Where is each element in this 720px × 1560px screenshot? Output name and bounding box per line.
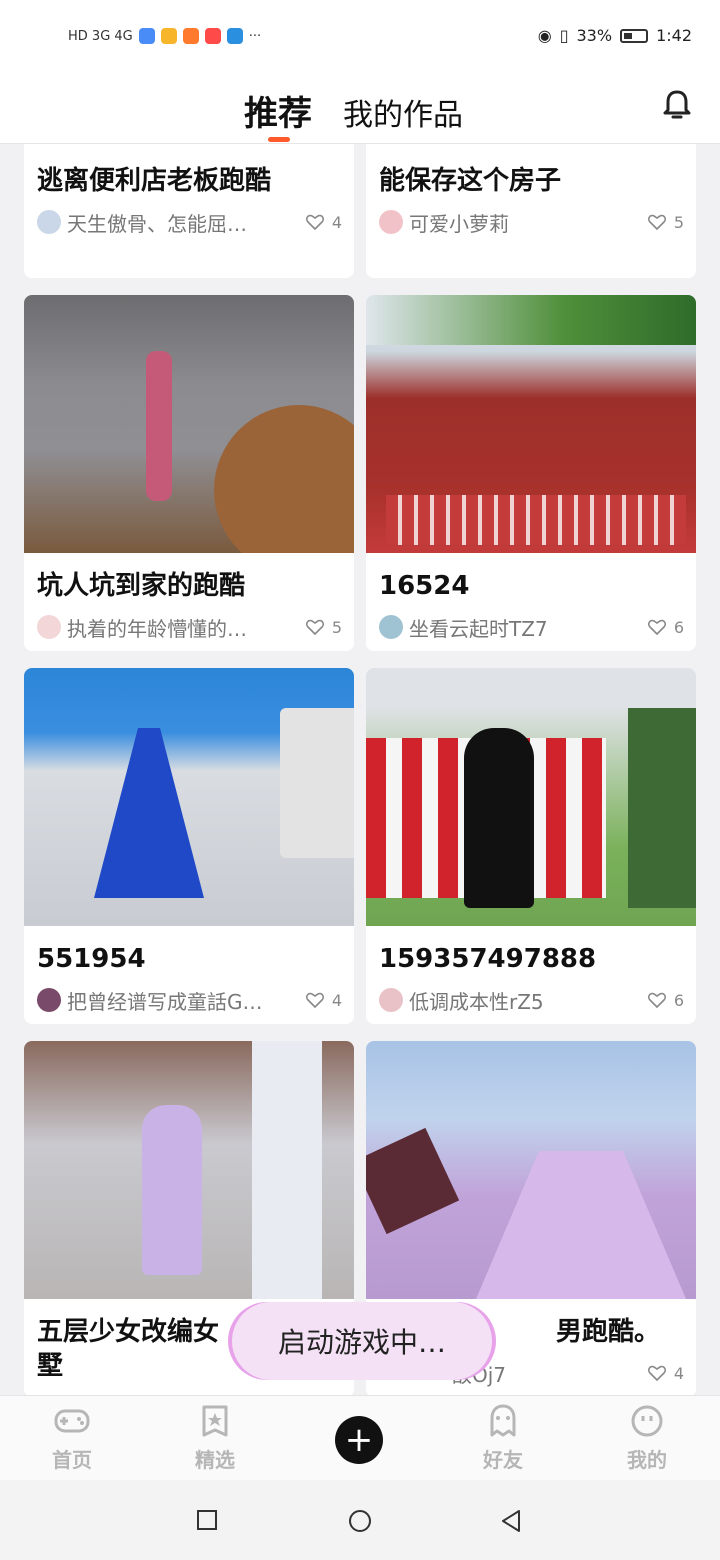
app-icon xyxy=(204,28,221,44)
home-circle-icon[interactable] xyxy=(348,1509,372,1533)
card-title: 逃离便利店老板跑酷 xyxy=(37,166,272,196)
card-author: 低调成本性rZ5 xyxy=(409,989,544,1014)
like-count[interactable]: 6 xyxy=(647,617,684,637)
network-indicators: HD 3G 4G xyxy=(68,28,133,44)
status-right: ◉ ▯ 33% 1:42 xyxy=(538,26,692,45)
clock: 1:42 xyxy=(656,26,692,45)
star-card-icon xyxy=(202,1405,228,1437)
card-title: 坑人坑到家的跑酷 xyxy=(37,571,246,601)
app-icon xyxy=(160,28,177,44)
like-count[interactable]: 4 xyxy=(305,990,342,1010)
heart-icon xyxy=(305,214,324,230)
heart-icon xyxy=(305,619,324,635)
tab-indicator xyxy=(268,137,290,142)
card-thumbnail xyxy=(366,668,696,926)
avatar xyxy=(379,615,403,639)
avatar xyxy=(37,988,61,1012)
card-title: 16524 xyxy=(379,571,470,601)
card-title: 男跑酷。 xyxy=(556,1317,661,1347)
nav-featured-label: 精选 xyxy=(195,1448,235,1472)
like-count[interactable]: 4 xyxy=(305,212,342,232)
card-meta: 执着的年龄懵懂的… 5 xyxy=(37,613,342,641)
card-thumbnail xyxy=(24,1041,354,1299)
card-author: 坐看云起时TZ7 xyxy=(409,616,548,641)
tab-my-works[interactable]: 我的作品 xyxy=(343,90,463,134)
status-bar: HD 3G 4G ··· ◉ ▯ 33% 1:42 xyxy=(0,0,720,78)
status-left: HD 3G 4G ··· xyxy=(68,28,261,44)
create-button[interactable]: + xyxy=(335,1416,383,1464)
card-thumbnail xyxy=(24,668,354,926)
card-title: 551954 xyxy=(37,944,146,974)
card-author: 天生傲骨、怎能屈… xyxy=(67,211,247,236)
nav-mine[interactable]: 我的 xyxy=(597,1396,697,1481)
card-meta: 把曾经谱写成童話G… 4 xyxy=(37,986,342,1014)
like-number: 6 xyxy=(673,617,684,637)
battery-icon xyxy=(620,28,649,43)
work-card[interactable]: 能保存这个房子 可爱小萝莉 5 xyxy=(366,144,696,278)
like-count[interactable]: 4 xyxy=(647,1363,684,1383)
launching-toast: 启动游戏中… xyxy=(232,1302,492,1380)
avatar xyxy=(37,210,61,234)
tab-recommend[interactable]: 推荐 xyxy=(244,86,312,135)
card-meta: 低调成本性rZ5 6 xyxy=(379,986,684,1014)
work-card[interactable]: 551954 把曾经谱写成童話G… 4 xyxy=(24,668,354,1024)
nav-home-label: 首页 xyxy=(52,1448,92,1472)
back-icon[interactable] xyxy=(500,1509,522,1533)
like-number: 4 xyxy=(331,212,342,232)
card-meta: 坐看云起时TZ7 6 xyxy=(379,613,684,641)
app-icon xyxy=(138,28,155,44)
plus-icon: + xyxy=(344,1420,374,1460)
eye-icon: ◉ xyxy=(537,26,552,45)
vibrate-icon: ▯ xyxy=(559,26,569,45)
work-card[interactable]: 坑人坑到家的跑酷 执着的年龄懵懂的… 5 xyxy=(24,295,354,651)
app-icon xyxy=(182,28,199,44)
more-icon: ··· xyxy=(248,28,262,44)
card-thumbnail xyxy=(24,295,354,553)
nav-friends[interactable]: 好友 xyxy=(453,1396,553,1481)
card-author: 可爱小萝莉 xyxy=(409,211,509,236)
heart-icon xyxy=(647,1365,666,1381)
works-feed: 逃离便利店老板跑酷 天生傲骨、怎能屈… 4 能保存这个房子 可爱小萝莉 5 坑人… xyxy=(0,144,720,1395)
avatar xyxy=(379,210,403,234)
system-nav-bar xyxy=(0,1480,720,1560)
card-author: 把曾经谱写成童話G… xyxy=(67,989,263,1014)
ghost-icon xyxy=(490,1404,516,1437)
card-title: 159357497888 xyxy=(379,944,597,974)
heart-icon xyxy=(305,992,324,1008)
nav-featured[interactable]: 精选 xyxy=(165,1396,265,1481)
like-count[interactable]: 6 xyxy=(647,990,684,1010)
top-nav: 推荐 我的作品 xyxy=(0,78,720,144)
card-meta: 天生傲骨、怎能屈… 4 xyxy=(37,208,342,236)
app-icon xyxy=(226,28,243,44)
avatar xyxy=(37,615,61,639)
nav-home[interactable]: 首页 xyxy=(22,1396,122,1481)
avatar xyxy=(379,988,403,1012)
card-author: 执着的年龄懵懂的… xyxy=(67,616,247,641)
nav-mine-label: 我的 xyxy=(627,1448,667,1472)
battery-percent: 33% xyxy=(576,26,613,45)
work-card[interactable]: 逃离便利店老板跑酷 天生傲骨、怎能屈… 4 xyxy=(24,144,354,278)
work-card[interactable]: 16524 坐看云起时TZ7 6 xyxy=(366,295,696,651)
bottom-nav: 首页 精选 + 好友 我的 xyxy=(0,1395,720,1480)
bell-icon[interactable] xyxy=(660,88,694,122)
nav-friends-label: 好友 xyxy=(483,1448,523,1472)
like-number: 4 xyxy=(331,990,342,1010)
card-meta: 可爱小萝莉 5 xyxy=(379,208,684,236)
heart-icon xyxy=(647,992,666,1008)
card-title: 能保存这个房子 xyxy=(379,166,562,196)
face-icon xyxy=(631,1405,663,1437)
card-thumbnail xyxy=(366,295,696,553)
like-count[interactable]: 5 xyxy=(305,617,342,637)
card-thumbnail xyxy=(366,1041,696,1299)
work-card[interactable]: 159357497888 低调成本性rZ5 6 xyxy=(366,668,696,1024)
like-number: 6 xyxy=(673,990,684,1010)
like-number: 4 xyxy=(673,1363,684,1383)
like-count[interactable]: 5 xyxy=(647,212,684,232)
gamepad-icon xyxy=(54,1409,90,1433)
like-number: 5 xyxy=(673,212,684,232)
like-number: 5 xyxy=(331,617,342,637)
heart-icon xyxy=(647,619,666,635)
recents-icon[interactable] xyxy=(197,1510,217,1530)
heart-icon xyxy=(647,214,666,230)
